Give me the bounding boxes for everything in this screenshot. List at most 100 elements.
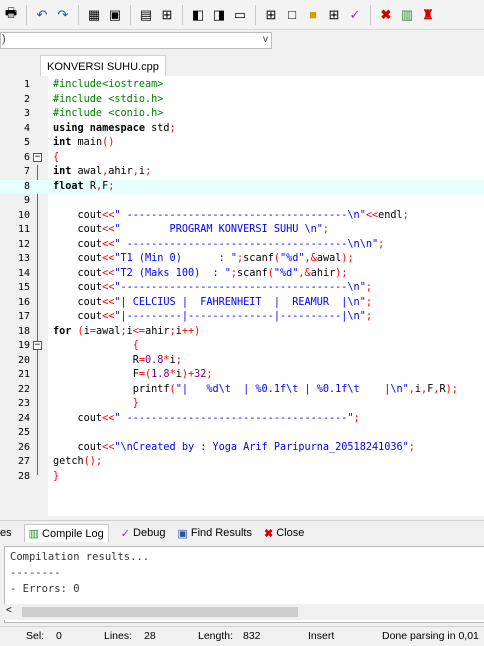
toolbar-divider bbox=[78, 4, 79, 25]
toolbar-divider bbox=[370, 4, 371, 25]
line-number: 21 bbox=[17, 369, 30, 380]
chart-icon[interactable]: ▥ bbox=[398, 6, 416, 24]
line-number: 16 bbox=[17, 296, 30, 308]
code-line[interactable]: 14 cout<<"T2 (Maks 100) : ";scanf("%d",&… bbox=[0, 267, 484, 282]
scrollbar-thumb[interactable] bbox=[22, 607, 298, 617]
check-icon[interactable]: ✓ bbox=[346, 6, 364, 24]
grid-icon[interactable]: ⊞ bbox=[262, 6, 280, 24]
code-line[interactable]: 10 cout<<" -----------------------------… bbox=[0, 209, 484, 224]
code-token: 1.8 bbox=[151, 369, 170, 380]
main-toolbar: 🖶 ↶ ↷ ▦ ▣ ▤ ⊞ ◧ ◨ ▭ ⊞ □ ■ ⊞ ✓ ✖ ▥ ♜ bbox=[0, 0, 484, 30]
code-line[interactable]: 6− { bbox=[0, 151, 484, 166]
color-icon[interactable]: ■ bbox=[304, 6, 322, 24]
code-line[interactable]: 12 cout<<" -----------------------------… bbox=[0, 238, 484, 253]
code-line[interactable]: 9 bbox=[0, 194, 484, 209]
code-line[interactable]: 27 getch(); bbox=[0, 455, 484, 470]
code-line[interactable]: 11 cout<<" PROGRAM KONVERSI SUHU \n"; bbox=[0, 223, 484, 238]
profile-icon[interactable]: ♜ bbox=[419, 6, 437, 24]
scroll-left-icon[interactable]: < bbox=[6, 605, 12, 616]
code-token: #include <stdio.h> bbox=[53, 93, 164, 105]
code-token: ,& bbox=[304, 253, 317, 264]
code-token: << bbox=[102, 412, 115, 424]
editor-tab-konversi-suhu[interactable]: KONVERSI SUHU.cpp bbox=[40, 55, 166, 77]
code-line[interactable]: 1 #include<iostream> bbox=[0, 78, 484, 93]
code-text: { bbox=[53, 339, 139, 354]
code-token: << bbox=[102, 282, 115, 293]
code-line[interactable]: 26 cout<<"\nCreated by : Yoga Arif Parip… bbox=[0, 441, 484, 456]
line-number: 3 bbox=[23, 108, 30, 119]
tab-resources[interactable]: es bbox=[0, 527, 12, 539]
line-number: 18 bbox=[17, 325, 30, 337]
code-line[interactable]: 7 int awal,ahir,i; bbox=[0, 165, 484, 180]
code-line[interactable]: 15 cout<<"------------------------------… bbox=[0, 281, 484, 296]
code-line[interactable]: 22 printf("| %d\t | %0.1f\t | %0.1f\t |\… bbox=[0, 383, 484, 398]
code-token: "| CELCIUS | FAHRENHEIT | REAMUR |\n" bbox=[114, 296, 366, 308]
code-line[interactable]: 23 } bbox=[0, 397, 484, 412]
tab-compile-log[interactable]: ▥ Compile Log bbox=[23, 524, 109, 542]
code-line[interactable]: 13 cout<<"T1 (Min 0) : ";scanf("%d",&awa… bbox=[0, 252, 484, 267]
toggle-comment-icon[interactable]: ▭ bbox=[231, 6, 249, 24]
code-line[interactable]: 5 int main() bbox=[0, 136, 484, 151]
chevron-down-icon[interactable]: v bbox=[263, 34, 268, 45]
code-line[interactable]: 28} bbox=[0, 470, 484, 485]
code-editor[interactable]: 1 #include<iostream> 2 #include <stdio.h> 3 #… bbox=[0, 76, 484, 516]
code-token: { bbox=[53, 151, 60, 163]
status-lines-label: Lines: bbox=[104, 630, 133, 642]
code-line[interactable]: 20 R=0.8*i; bbox=[0, 354, 484, 369]
code-token: cout bbox=[53, 209, 103, 221]
tab-close[interactable]: ✖ Close bbox=[264, 527, 304, 540]
status-mode: Insert bbox=[308, 630, 335, 642]
close-red-icon[interactable]: ✖ bbox=[377, 6, 395, 24]
code-token: cout bbox=[53, 267, 103, 279]
window-icon[interactable]: □ bbox=[283, 6, 301, 24]
debug-icon[interactable]: ⊞ bbox=[158, 6, 176, 24]
code-token: ; bbox=[365, 296, 372, 308]
close-icon: ✖ bbox=[263, 527, 274, 540]
code-token: ; bbox=[108, 180, 115, 192]
code-token: } bbox=[53, 398, 139, 409]
unindent-icon[interactable]: ◨ bbox=[210, 6, 228, 24]
log-horizontal-scrollbar[interactable]: < bbox=[4, 604, 484, 620]
code-line[interactable]: 24 cout<<" -----------------------------… bbox=[0, 412, 484, 427]
code-line[interactable]: 19− { bbox=[0, 339, 484, 354]
code-line[interactable]: 3 #include <conio.h> bbox=[0, 107, 484, 122]
code-text: cout<<"|---------|--------------|-------… bbox=[53, 310, 372, 325]
code-line[interactable]: 25 bbox=[0, 426, 484, 441]
fold-toggle-icon[interactable]: − bbox=[33, 341, 42, 350]
line-number: 8 bbox=[23, 180, 30, 192]
code-text: using namespace std; bbox=[53, 122, 176, 137]
code-token: ; bbox=[353, 412, 360, 424]
undo-icon[interactable]: ↶ bbox=[33, 6, 51, 24]
line-number: 22 bbox=[17, 383, 30, 395]
compile-icon[interactable]: ▦ bbox=[85, 6, 103, 24]
code-line[interactable]: 2 #include <stdio.h> bbox=[0, 93, 484, 108]
code-token: awal bbox=[316, 253, 342, 264]
code-token: ahir bbox=[145, 325, 170, 337]
code-text: getch(); bbox=[53, 455, 102, 470]
code-token: awal bbox=[77, 166, 103, 177]
code-token: ; bbox=[365, 311, 372, 322]
line-number: 1 bbox=[23, 79, 30, 90]
status-length-value: 832 bbox=[243, 630, 261, 642]
tab-debug[interactable]: ✓ Debug bbox=[121, 527, 166, 540]
code-line[interactable]: 8 float R,F; bbox=[0, 179, 484, 194]
print-icon[interactable]: 🖶 bbox=[2, 5, 20, 24]
tab-find-results[interactable]: ▣ Find Results bbox=[177, 527, 252, 540]
code-line[interactable]: 16 cout<<"| CELCIUS | FAHRENHEIT | REAMU… bbox=[0, 296, 484, 311]
code-text: R=0.8*i; bbox=[53, 354, 182, 369]
line-number: 6 bbox=[23, 151, 30, 163]
code-line[interactable]: 18 for (i=awal;i<=ahir;i++) bbox=[0, 325, 484, 340]
code-token: " PROGRAM KONVERSI SUHU \n" bbox=[114, 224, 323, 235]
toolbar-divider bbox=[182, 4, 183, 25]
rebuild-icon[interactable]: ▤ bbox=[137, 6, 155, 24]
indent-icon[interactable]: ◧ bbox=[189, 6, 207, 24]
code-line[interactable]: 17 cout<<"|---------|--------------|----… bbox=[0, 310, 484, 325]
redo-icon[interactable]: ↷ bbox=[54, 6, 72, 24]
layout-icon[interactable]: ⊞ bbox=[325, 6, 343, 24]
fold-toggle-icon[interactable]: − bbox=[33, 152, 42, 162]
code-token: << bbox=[102, 441, 115, 453]
code-line[interactable]: 21 F=(1.8*i)+32; bbox=[0, 368, 484, 383]
scope-combo[interactable]: ) v bbox=[0, 32, 272, 49]
code-line[interactable]: 4 using namespace std; bbox=[0, 122, 484, 137]
run-icon[interactable]: ▣ bbox=[106, 6, 124, 24]
